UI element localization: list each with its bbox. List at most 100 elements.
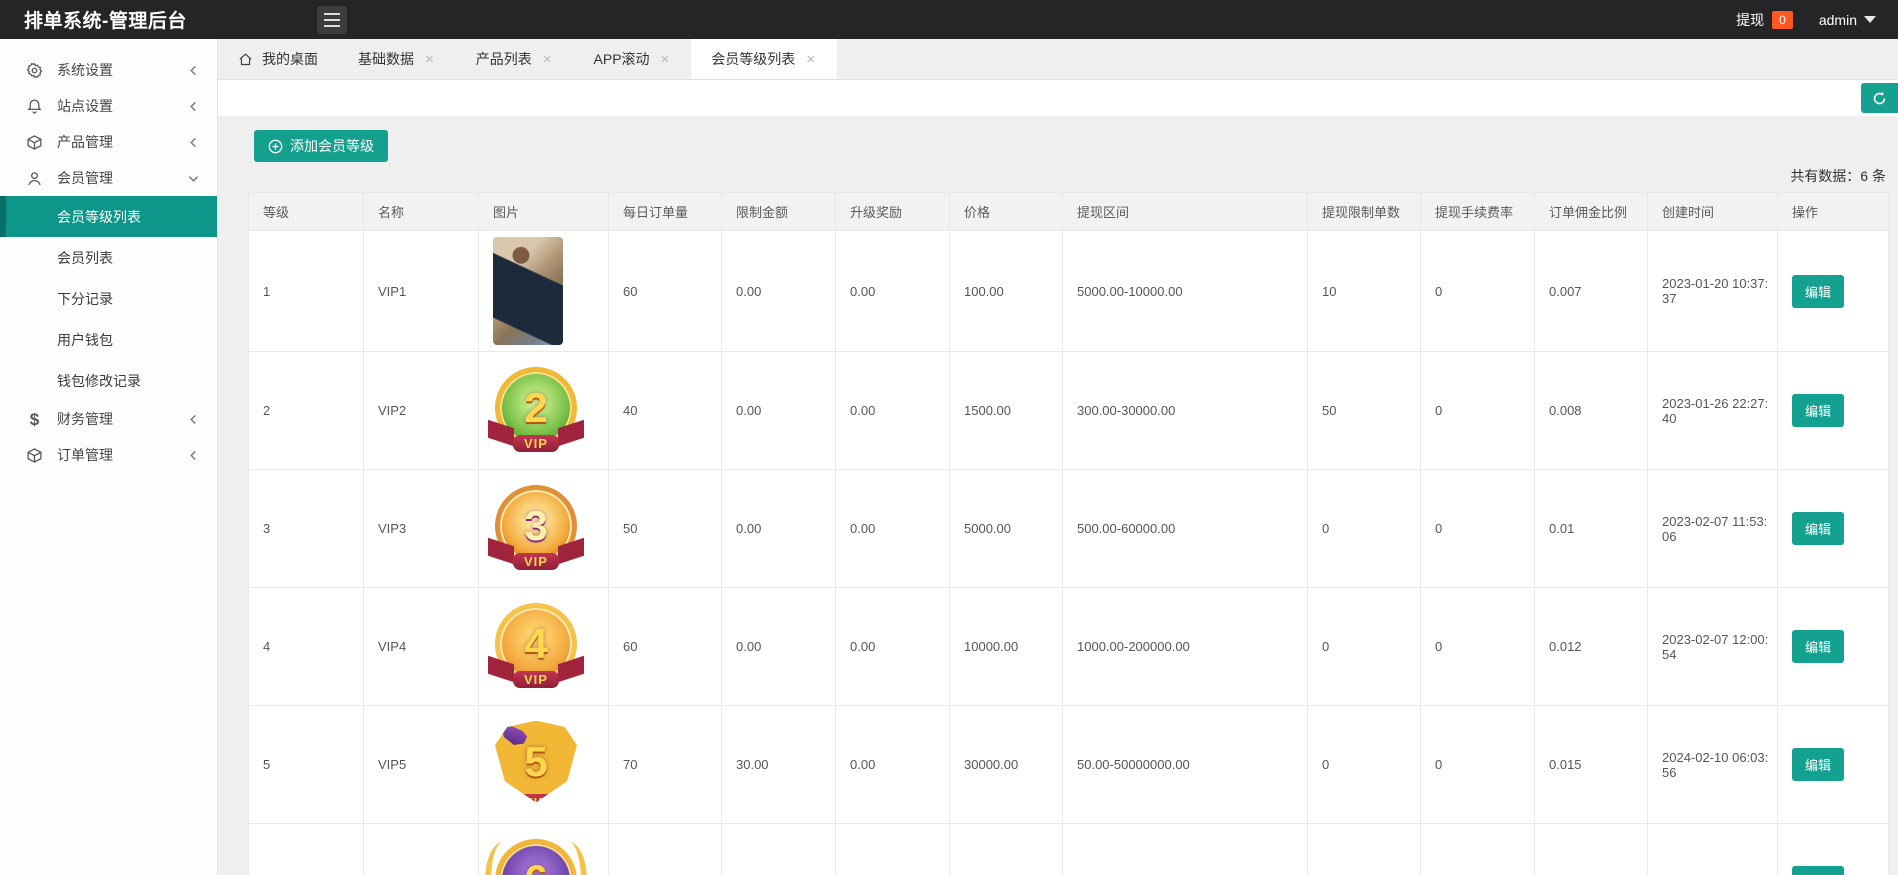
cell-withdraw-fee: 0 — [1421, 352, 1535, 470]
cell-upgrade-reward: 0.00 — [836, 231, 950, 352]
sidebar-item-downscore-records[interactable]: 下分记录 — [0, 278, 217, 319]
tab-member-level-list[interactable]: 会员等级列表 × — [691, 39, 837, 79]
edit-button[interactable]: 编辑 — [1792, 866, 1844, 875]
vip-badge-number: 3 — [524, 502, 547, 550]
tab-app-scroll[interactable]: APP滚动 × — [574, 39, 692, 79]
total-count-text: 共有数据：6 条 — [248, 166, 1886, 186]
chevron-left-icon — [188, 101, 199, 112]
cell-withdraw-range: 500.00-60000.00 — [1063, 470, 1308, 588]
user-menu[interactable]: admin — [1819, 12, 1876, 28]
sidebar-item-member-level-list[interactable]: 会员等级列表 — [0, 196, 217, 237]
tab-label: 基础数据 — [358, 49, 414, 69]
sidebar-item-label: 用户钱包 — [57, 330, 113, 350]
cell-commission: 0.012 — [1535, 588, 1648, 706]
sidebar-item-label: 站点设置 — [57, 96, 113, 116]
cell-created: 2024-02-10 06:04: — [1648, 824, 1778, 875]
edit-button[interactable]: 编辑 — [1792, 630, 1844, 663]
add-button-label: 添加会员等级 — [290, 136, 374, 156]
sidebar-item-site-settings[interactable]: 站点设置 — [0, 88, 217, 124]
page-content: 添加会员等级 共有数据：6 条 等级名称图片每日订单量限制金额升级奖励价格提现区… — [218, 116, 1898, 875]
cell-withdraw-limit: 0 — [1308, 588, 1421, 706]
sidebar-item-user-wallet[interactable]: 用户钱包 — [0, 319, 217, 360]
sidebar-item-label: 下分记录 — [57, 289, 113, 309]
hamburger-menu-icon[interactable] — [317, 6, 347, 34]
cell-withdraw-limit: 50 — [1308, 352, 1421, 470]
cell-name: VIP2 — [364, 352, 479, 470]
cell-name — [364, 824, 479, 875]
cell-upgrade-reward: 0.00 — [836, 588, 950, 706]
sidebar-item-member-management[interactable]: 会员管理 — [0, 160, 217, 196]
sidebar-item-wallet-change-records[interactable]: 钱包修改记录 — [0, 360, 217, 401]
withdraw-notice[interactable]: 提现 0 — [1736, 10, 1793, 30]
edit-button[interactable]: 编辑 — [1792, 748, 1844, 781]
cell-commission: 0.008 — [1535, 352, 1648, 470]
cell-daily-orders: 50 — [609, 470, 722, 588]
chevron-left-icon — [188, 137, 199, 148]
cell-actions: 编辑 — [1778, 352, 1889, 470]
tab-product-list[interactable]: 产品列表 × — [456, 39, 574, 79]
cell-name: VIP3 — [364, 470, 479, 588]
cell-withdraw-range — [1063, 824, 1308, 875]
chevron-down-icon — [1864, 16, 1876, 23]
top-header: 排单系统-管理后台 提现 0 admin — [0, 0, 1898, 39]
close-icon[interactable]: × — [541, 50, 554, 69]
cell-image: 6VIP — [479, 824, 609, 875]
sidebar-item-finance-management[interactable]: $ 财务管理 — [0, 401, 217, 437]
cell-limit-amount: 0.00 — [722, 470, 836, 588]
member-level-table: 等级名称图片每日订单量限制金额升级奖励价格提现区间提现限制单数提现手续费率订单佣… — [248, 192, 1889, 875]
chevron-left-icon — [188, 414, 199, 425]
bell-icon — [26, 98, 43, 115]
chevron-left-icon — [188, 450, 199, 461]
refresh-button[interactable] — [1861, 83, 1898, 113]
tab-basic-data[interactable]: 基础数据 × — [338, 39, 456, 79]
cell-created: 2023-01-20 10:37:37 — [1648, 231, 1778, 352]
table-row: 2VIP22VIP400.000.001500.00300.00-30000.0… — [249, 352, 1889, 470]
cell-image: 5VIP — [479, 706, 609, 824]
cell-actions: 编辑 — [1778, 470, 1889, 588]
cell-withdraw-limit: 10 — [1308, 231, 1421, 352]
add-member-level-button[interactable]: 添加会员等级 — [254, 130, 388, 162]
withdraw-count-badge: 0 — [1772, 11, 1793, 29]
vip-badge-image: 3VIP — [495, 485, 577, 567]
cell-price: 1500.00 — [950, 352, 1063, 470]
sidebar-item-system-settings[interactable]: 系统设置 — [0, 52, 217, 88]
sidebar-item-label: 产品管理 — [57, 132, 113, 152]
cell-commission: 0.01 — [1535, 470, 1648, 588]
column-header: 操作 — [1778, 193, 1889, 231]
edit-button[interactable]: 编辑 — [1792, 275, 1844, 308]
tab-my-desktop[interactable]: 我的桌面 — [218, 39, 338, 79]
column-header: 创建时间 — [1648, 193, 1778, 231]
edit-button[interactable]: 编辑 — [1792, 512, 1844, 545]
cell-level: 1 — [249, 231, 364, 352]
edit-button[interactable]: 编辑 — [1792, 394, 1844, 427]
sidebar-item-order-management[interactable]: 订单管理 — [0, 437, 217, 473]
close-icon[interactable]: × — [804, 50, 817, 69]
column-header: 升级奖励 — [836, 193, 950, 231]
vip-badge-image: 5VIP — [495, 721, 577, 803]
refresh-icon — [1871, 90, 1888, 107]
cell-withdraw-range: 1000.00-200000.00 — [1063, 588, 1308, 706]
cell-image — [479, 231, 609, 352]
cell-withdraw-fee — [1421, 824, 1535, 875]
sidebar-item-product-management[interactable]: 产品管理 — [0, 124, 217, 160]
sidebar: 系统设置 站点设置 产品管理 — [0, 39, 218, 875]
cell-price: 30000.00 — [950, 706, 1063, 824]
cell-name: VIP5 — [364, 706, 479, 824]
cell-withdraw-limit: 0 — [1308, 470, 1421, 588]
cell-level: 5 — [249, 706, 364, 824]
cell-daily-orders: 60 — [609, 231, 722, 352]
cell-withdraw-limit — [1308, 824, 1421, 875]
cell-level — [249, 824, 364, 875]
sidebar-item-label: 会员列表 — [57, 248, 113, 268]
vip-badge-label: VIP — [513, 435, 559, 452]
close-icon[interactable]: × — [659, 50, 672, 69]
cell-name: VIP4 — [364, 588, 479, 706]
close-icon[interactable]: × — [423, 50, 436, 69]
cell-limit-amount — [722, 824, 836, 875]
cube-icon — [26, 134, 43, 151]
cell-commission — [1535, 824, 1648, 875]
cell-withdraw-range: 300.00-30000.00 — [1063, 352, 1308, 470]
sidebar-item-member-list[interactable]: 会员列表 — [0, 237, 217, 278]
cell-actions: 编辑 — [1778, 588, 1889, 706]
cell-price — [950, 824, 1063, 875]
